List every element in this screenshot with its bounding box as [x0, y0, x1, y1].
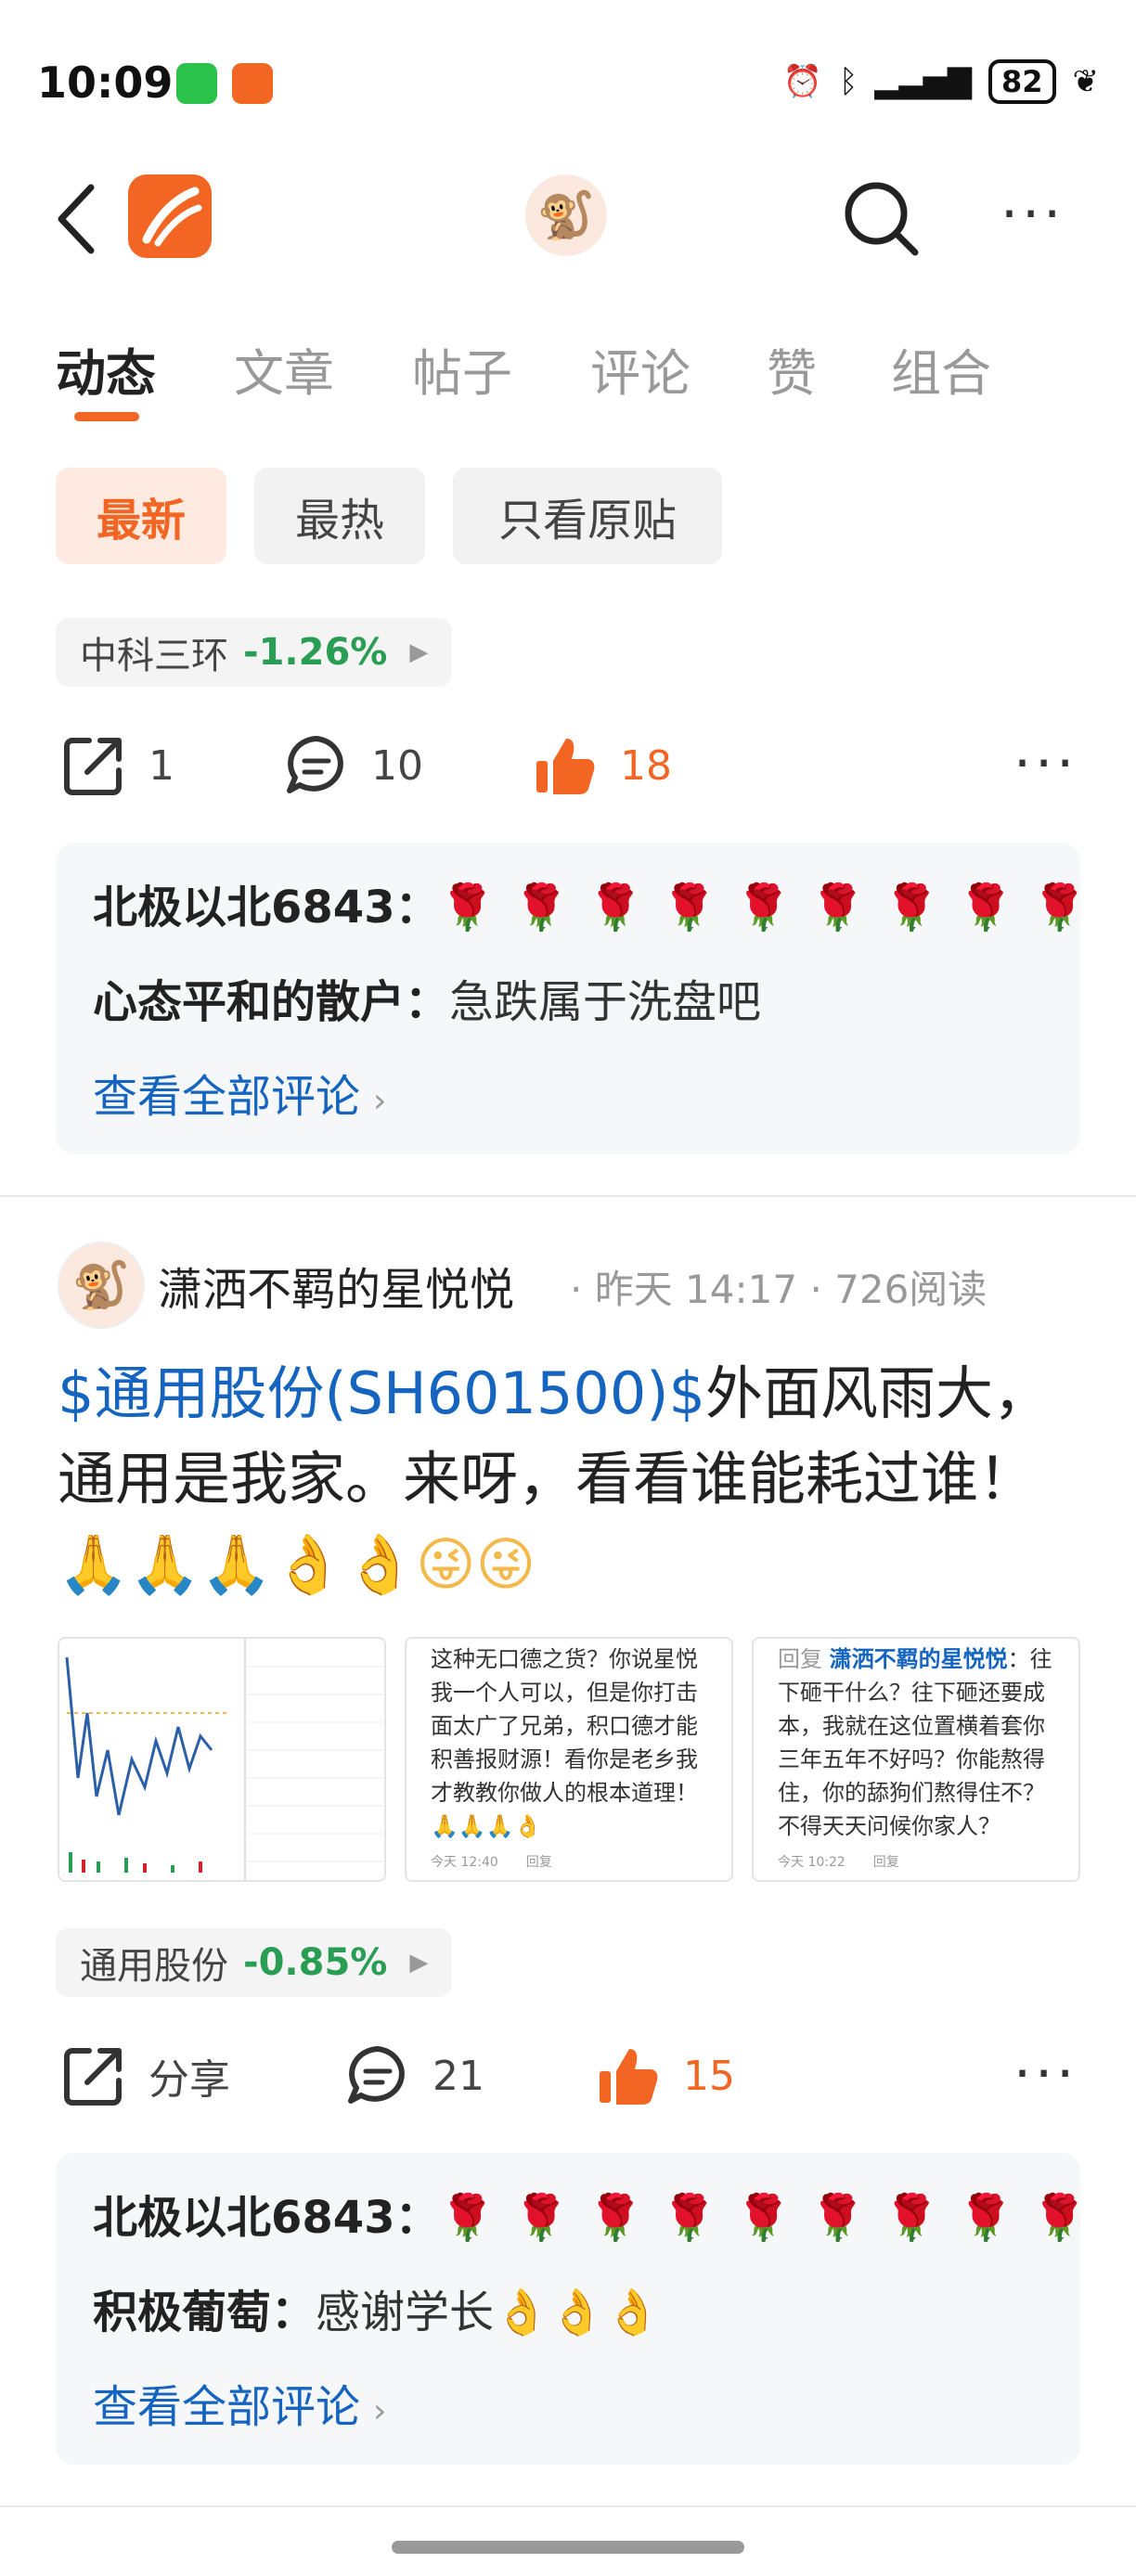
- back-icon[interactable]: [54, 182, 100, 256]
- thumbnail-reply: 回复: [525, 1855, 552, 1870]
- stock-chart-thumbnail[interactable]: [58, 1637, 386, 1882]
- stock-chart-image: [59, 1639, 384, 1880]
- filter-original[interactable]: 只看原贴: [453, 468, 722, 564]
- divider: [0, 1195, 1136, 1197]
- thumbnail-body: ：往下砸干什么？往下砸还要成本，我就在这位置横着套你三年五年不好吗？你能熬得住，…: [778, 1646, 1052, 1839]
- tab-tiezi[interactable]: 帖子: [412, 332, 512, 406]
- comment-text: 🌹🌹🌹🌹🌹🌹🌹🌹🌹: [439, 882, 1106, 934]
- chevron-right-icon: ›: [373, 1082, 387, 1120]
- app-logo[interactable]: [128, 174, 212, 258]
- chevron-right-icon: ›: [373, 2392, 387, 2430]
- tab-zan[interactable]: 赞: [767, 332, 817, 406]
- share-icon: [64, 738, 122, 795]
- signal-icon: ▂▃▅▇: [874, 63, 972, 100]
- status-right: ⏰ ᛒ ▂▃▅▇ 82 ❦: [783, 59, 1099, 104]
- comment-user[interactable]: 积极葡萄：: [93, 2286, 316, 2338]
- like-button[interactable]: 15: [596, 2043, 735, 2108]
- chevron-right-icon: ▶: [409, 638, 429, 666]
- like-count: 15: [683, 2052, 735, 2100]
- filter-latest[interactable]: 最新: [56, 468, 226, 564]
- post-emojis: 🙏🙏🙏👌👌😜😜: [58, 1530, 536, 1598]
- post-body[interactable]: $通用股份(SH601500)$外面风雨大，通用是我家。来呀，看看谁能耗过谁！🙏…: [58, 1351, 1078, 1607]
- thumbnail-prefix: 回复: [778, 1646, 822, 1672]
- thumbnail-footer: 今天 12:40 回复: [431, 1852, 552, 1871]
- xueqiu-icon: [232, 63, 273, 104]
- stock-tag[interactable]: 通用股份 -0.85% ▶: [56, 1928, 453, 1997]
- stock-link[interactable]: $通用股份(SH601500)$: [58, 1359, 705, 1427]
- avatar[interactable]: 🐒: [525, 174, 607, 256]
- thumbnail-footer: 今天 10:22 回复: [778, 1852, 899, 1871]
- view-all-label: 查看全部评论: [93, 2381, 361, 2433]
- comment-item: 心态平和的散户：急跌属于洗盘吧: [93, 965, 761, 1030]
- tab-zuhe[interactable]: 组合: [891, 332, 991, 406]
- post-more-icon[interactable]: ···: [1013, 731, 1078, 796]
- thumbnail-mention: 潇洒不羁的星悦悦: [829, 1646, 1008, 1672]
- comment-button[interactable]: 21: [345, 2043, 484, 2108]
- comment-item: 北极以北6843：🌹🌹🌹🌹🌹🌹🌹🌹🌹: [93, 2181, 1106, 2246]
- share-count: 1: [148, 741, 174, 790]
- thumbnail-text: 这种无口德之货？你说星悦我一个人可以，但是你打击面太广了兄弟，积口德才能积善报财…: [431, 1646, 698, 1839]
- filter-hot[interactable]: 最热: [254, 468, 425, 564]
- stock-tag[interactable]: 中科三环 -1.26% ▶: [56, 618, 453, 687]
- comment-item: 北极以北6843：🌹🌹🌹🌹🌹🌹🌹🌹🌹: [93, 870, 1106, 935]
- search-icon[interactable]: [839, 176, 923, 260]
- tab-wenzhang[interactable]: 文章: [234, 332, 334, 406]
- leaf-icon: ❦: [1072, 63, 1100, 100]
- bluetooth-icon: ᛒ: [838, 63, 858, 100]
- comment-icon: [287, 736, 343, 793]
- stock-name: 通用股份: [80, 1945, 228, 1988]
- stock-change: -0.85%: [243, 1941, 388, 1984]
- divider: [0, 2505, 1136, 2507]
- tab-indicator: [74, 412, 139, 421]
- comment-user[interactable]: 心态平和的散户：: [93, 976, 449, 1028]
- like-count: 18: [620, 741, 672, 790]
- thumbnail-reply: 回复: [872, 1855, 899, 1870]
- comment-box[interactable]: 北极以北6843：🌹🌹🌹🌹🌹🌹🌹🌹🌹 积极葡萄：感谢学长👌👌👌 查看全部评论 ›: [56, 2153, 1088, 2465]
- stock-name: 中科三环: [80, 635, 228, 677]
- share-icon: [64, 2048, 122, 2106]
- share-button[interactable]: 分享: [61, 2043, 230, 2108]
- author-avatar[interactable]: 🐒: [58, 1242, 145, 1329]
- tab-dongtai[interactable]: 动态: [56, 332, 156, 406]
- home-indicator[interactable]: [392, 2541, 744, 2554]
- comment-box[interactable]: 北极以北6843：🌹🌹🌹🌹🌹🌹🌹🌹🌹 心态平和的散户：急跌属于洗盘吧 查看全部评…: [56, 843, 1088, 1154]
- thumbnail-text: 回复 潇洒不羁的星悦悦：往下砸干什么？往下砸还要成本，我就在这位置横着套你三年五…: [754, 1639, 1078, 1847]
- comment-user[interactable]: 北极以北6843：: [93, 882, 440, 934]
- author-name[interactable]: 潇洒不羁的星悦悦: [158, 1253, 514, 1318]
- post-meta: · 昨天 14:17 · 726阅读: [570, 1267, 988, 1312]
- thumbs-up-icon: [600, 2049, 658, 2105]
- comment-user[interactable]: 北极以北6843：: [93, 2192, 440, 2244]
- comment-text: 🌹🌹🌹🌹🌹🌹🌹🌹🌹: [439, 2192, 1106, 2244]
- wechat-icon: [176, 63, 217, 104]
- share-button[interactable]: 1: [61, 733, 174, 798]
- comment-icon: [348, 2046, 405, 2104]
- view-all-comments[interactable]: 查看全部评论 ›: [93, 2370, 386, 2435]
- tab-pinglun[interactable]: 评论: [590, 332, 691, 406]
- chevron-right-icon: ▶: [409, 1949, 429, 1977]
- comment-count: 10: [371, 741, 423, 790]
- stock-change: -1.26%: [243, 631, 388, 674]
- reply-screenshot-thumbnail[interactable]: 回复 潇洒不羁的星悦悦：往下砸干什么？往下砸还要成本，我就在这位置横着套你三年五…: [752, 1637, 1080, 1882]
- view-all-comments[interactable]: 查看全部评论 ›: [93, 1060, 386, 1125]
- thumbnail-time: 今天 12:40: [431, 1855, 498, 1870]
- share-label: 分享: [148, 2056, 230, 2104]
- post-more-icon[interactable]: ···: [1013, 2041, 1078, 2106]
- comment-text: 感谢学长👌👌👌: [316, 2286, 661, 2338]
- thumbs-up-icon: [536, 739, 595, 794]
- comment-item: 积极葡萄：感谢学长👌👌👌: [93, 2275, 660, 2340]
- comment-screenshot-thumbnail[interactable]: 这种无口德之货？你说星悦我一个人可以，但是你打击面太广了兄弟，积口德才能积善报财…: [405, 1637, 733, 1882]
- alarm-icon: ⏰: [782, 63, 822, 100]
- more-icon[interactable]: ···: [1000, 182, 1065, 247]
- comment-count: 21: [432, 2052, 484, 2100]
- battery-indicator: 82: [988, 59, 1056, 104]
- thumbnail-time: 今天 10:22: [778, 1855, 846, 1870]
- status-time: 10:09: [37, 58, 174, 108]
- view-all-label: 查看全部评论: [93, 1071, 361, 1123]
- like-button[interactable]: 18: [533, 733, 672, 798]
- comment-text: 急跌属于洗盘吧: [449, 976, 762, 1028]
- comment-button[interactable]: 10: [284, 733, 423, 798]
